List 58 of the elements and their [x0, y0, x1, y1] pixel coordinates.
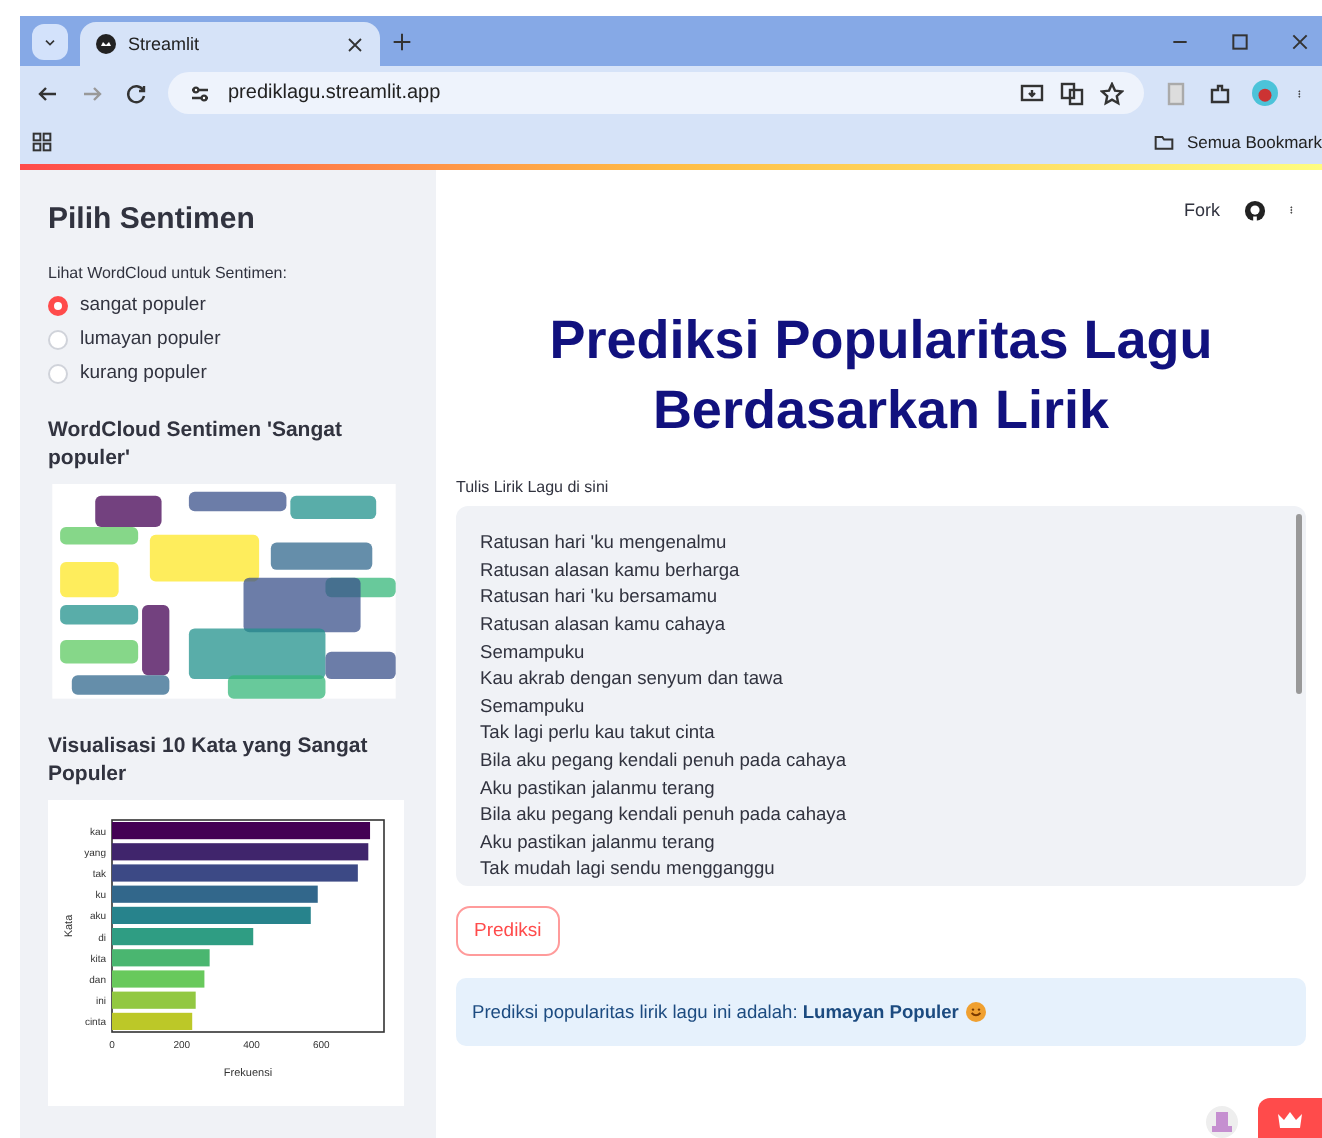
lyric-line: Semampuku: [480, 693, 587, 720]
maximize-icon[interactable]: [1230, 31, 1250, 51]
bookmarks-folder[interactable]: Semua Bookmark: [1186, 132, 1322, 152]
lyric-line: Bila aku pegang kendali penuh pada cahaya: [480, 802, 848, 829]
lyric-line: Aku pastikan jalanmu terang: [480, 829, 717, 856]
lyric-line: Ratusan alasan kamu cahaya: [480, 611, 727, 638]
lyrics-textarea[interactable]: [456, 506, 1306, 887]
apps-grid-icon[interactable]: [32, 132, 52, 152]
browser-tab[interactable]: Streamlit: [80, 22, 380, 66]
url-text: prediklagu.streamlit.app: [228, 82, 443, 104]
section-heading: Visualisasi 10 Kata yang Sangat Populer: [48, 731, 370, 788]
chevron-down-icon[interactable]: [42, 34, 58, 50]
radio-option[interactable]: lumayan populer: [48, 328, 408, 350]
lyric-line: Semampuku: [480, 639, 587, 666]
profile-avatar-icon[interactable]: [1252, 80, 1278, 106]
fork-link[interactable]: Fork: [1184, 200, 1220, 220]
radio-option[interactable]: sangat populer: [48, 294, 408, 316]
lyric-line: Ratusan alasan kamu berharga: [480, 557, 742, 584]
translate-icon[interactable]: [1060, 81, 1084, 105]
scrollbar[interactable]: [1296, 514, 1302, 695]
lyric-line: Aku pastikan jalanmu terang: [480, 775, 717, 802]
lyric-line: Tak mudah lagi sendu mengganggu: [480, 856, 777, 883]
lyric-line: Tak lagi perlu kau takut cinta: [480, 720, 717, 747]
folder-icon[interactable]: [1154, 132, 1175, 152]
bar: [112, 1012, 193, 1030]
result-text: Prediksi popularitas lirik lagu ini adalah: Lumayan Populer: [472, 1002, 959, 1023]
radio-label: lumayan populer: [80, 328, 221, 350]
back-arrow-icon[interactable]: [36, 81, 60, 105]
smiley-icon: [966, 1002, 987, 1023]
radio-label: kurang populer: [80, 362, 207, 384]
bar: [112, 928, 254, 946]
streamlit-badge[interactable]: [1258, 1098, 1322, 1138]
lyric-line: Bila aku pegang kendali penuh pada cahaya: [480, 747, 848, 774]
lyric-line: Ratusan hari 'ku bersamamu: [480, 584, 720, 611]
address-bar[interactable]: prediklagu.streamlit.app: [168, 72, 1144, 114]
reload-icon[interactable]: [124, 81, 148, 105]
sidebar-title: Pilih Sentimen: [48, 202, 257, 236]
install-icon[interactable]: [1020, 81, 1044, 105]
bar: [112, 949, 210, 967]
lyric-line: Kau akrab dengan senyum dan tawa: [480, 666, 785, 693]
app-logo-icon: [96, 34, 116, 54]
radio-group-label: Lihat WordCloud untuk Sentimen:: [48, 264, 289, 282]
star-icon[interactable]: [1100, 81, 1124, 105]
bar: [112, 970, 205, 988]
radio-option[interactable]: kurang populer: [48, 362, 408, 384]
section-heading: WordCloud Sentimen 'Sangat populer': [48, 416, 344, 473]
lyric-line: Ratusan hari 'ku mengenalmu: [480, 530, 729, 557]
site-settings-icon[interactable]: [188, 81, 212, 105]
tab-title: Streamlit: [128, 34, 202, 54]
plus-icon[interactable]: [392, 31, 412, 51]
close-icon[interactable]: [346, 35, 364, 53]
bar: [112, 991, 196, 1009]
crown-icon: [1276, 1109, 1304, 1127]
page-title: Prediksi Popularitas Lagu Berdasarkan Lirik: [547, 308, 1215, 445]
close-icon[interactable]: [1290, 31, 1310, 51]
radio-label: sangat populer: [80, 294, 206, 316]
textarea-label: Tulis Lirik Lagu di sini: [456, 478, 611, 497]
github-icon[interactable]: [1244, 199, 1266, 221]
